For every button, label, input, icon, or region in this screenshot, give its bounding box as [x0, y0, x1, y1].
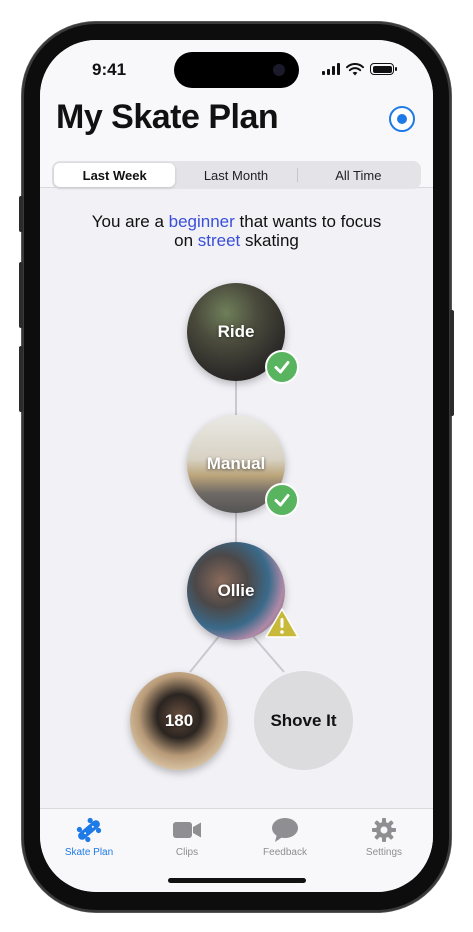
volume-down-button [19, 346, 23, 412]
tab-label: Settings [365, 847, 403, 858]
tab-skate-plan[interactable]: Skate Plan [40, 817, 138, 858]
gear-icon [372, 818, 396, 842]
app-screen: 9:41 My Skate Plan Last Week Last Month … [40, 40, 433, 892]
skill-label: Shove It [270, 710, 337, 730]
skill-node-180[interactable]: 180 [130, 672, 228, 770]
skill-node-shove-it[interactable]: Shove It [254, 671, 353, 770]
tab-label: Skate Plan [64, 847, 114, 858]
tab-label: Clips [175, 847, 199, 858]
skill-label: Manual [206, 454, 266, 473]
skill-label: Ollie [217, 581, 255, 600]
silent-switch [19, 196, 23, 232]
speech-bubble-icon [272, 818, 298, 842]
tab-feedback[interactable]: Feedback [236, 817, 334, 858]
skateboard-icon [76, 817, 102, 843]
power-button [450, 310, 454, 416]
home-indicator[interactable] [168, 878, 306, 883]
tab-clips[interactable]: Clips [138, 817, 236, 858]
check-complete-icon [265, 350, 299, 384]
skill-label: 180 [164, 711, 194, 730]
tab-settings[interactable]: Settings [335, 817, 433, 858]
skill-label: Ride [217, 322, 255, 341]
tab-label: Feedback [263, 847, 307, 858]
volume-up-button [19, 262, 23, 328]
video-camera-icon [173, 822, 201, 838]
check-complete-icon [265, 483, 299, 517]
warning-icon [265, 608, 299, 638]
